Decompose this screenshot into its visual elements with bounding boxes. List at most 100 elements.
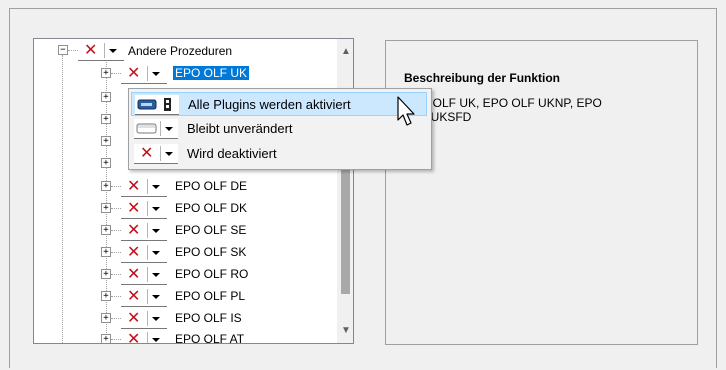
state-dropdown[interactable]: ✕ xyxy=(121,329,167,343)
red-x-icon: ✕ xyxy=(127,308,141,327)
red-x-icon: ✕ xyxy=(127,264,141,283)
tree-node-label[interactable]: EPO OLF IS xyxy=(175,311,242,325)
divider xyxy=(160,146,161,161)
expand-icon[interactable]: + xyxy=(101,313,111,323)
tree-content: − ✕ Andere Prozeduren + ✕ EPO OLF UK + +… xyxy=(34,39,337,343)
chevron-down-icon xyxy=(152,338,160,342)
divider xyxy=(104,43,105,58)
tree-line xyxy=(111,208,121,209)
description-line: OLF UKSFD xyxy=(404,110,472,124)
red-x-icon: ✕ xyxy=(127,176,141,195)
description-panel: Beschreibung der Funktion EPO OLF UK, EP… xyxy=(385,40,698,345)
divider xyxy=(147,267,148,282)
chevron-down-icon xyxy=(165,127,173,131)
divider xyxy=(147,311,148,326)
tree-row[interactable]: + ✕ EPO OLF PL xyxy=(34,285,334,308)
tree-node-label[interactable]: EPO OLF RO xyxy=(175,267,248,281)
divider xyxy=(147,289,148,304)
state-dropdown[interactable]: ✕ xyxy=(121,242,167,263)
red-x-icon: ✕ xyxy=(127,220,141,239)
tree-node-label-selected[interactable]: EPO OLF UK xyxy=(173,66,250,80)
collapse-icon[interactable]: − xyxy=(58,45,68,55)
chevron-down-icon xyxy=(152,229,160,233)
expand-icon[interactable]: + xyxy=(101,181,111,191)
tree-line xyxy=(111,252,121,253)
expand-icon[interactable]: + xyxy=(101,68,111,78)
expand-icon[interactable]: + xyxy=(101,334,111,343)
tree-row-selected[interactable]: + ✕ EPO OLF UK xyxy=(34,63,334,86)
description-line: EPO OLF UK, EPO OLF UKNP, EPO xyxy=(404,96,602,110)
expand-icon[interactable]: + xyxy=(101,247,111,257)
tree-row[interactable]: + ✕ EPO OLF RO xyxy=(34,263,334,286)
chevron-down-icon xyxy=(152,207,160,211)
vertical-scrollbar[interactable]: ▲ ▼ xyxy=(337,39,353,343)
chevron-down-icon xyxy=(152,251,160,255)
tree-row[interactable]: + ✕ EPO OLF AT xyxy=(34,328,334,343)
description-title: Beschreibung der Funktion xyxy=(404,71,561,85)
menu-item-label: Alle Plugins werden aktiviert xyxy=(188,97,351,112)
plugin-on-icon xyxy=(135,95,179,115)
state-dropdown[interactable]: ✕ xyxy=(121,286,167,307)
tree-row[interactable]: + ✕ EPO OLF DK xyxy=(34,197,334,220)
expand-icon[interactable]: + xyxy=(101,291,111,301)
chevron-down-icon xyxy=(152,273,160,277)
divider xyxy=(147,66,148,81)
tree-line xyxy=(111,274,121,275)
expand-icon[interactable]: + xyxy=(101,136,111,146)
tree-line xyxy=(68,50,78,51)
expand-icon[interactable]: + xyxy=(101,114,111,124)
divider xyxy=(160,121,161,136)
divider xyxy=(147,245,148,260)
state-dropdown[interactable]: ✕ xyxy=(121,264,167,285)
state-dropdown[interactable]: ✕ xyxy=(121,198,167,219)
red-x-icon: ✕ xyxy=(127,286,141,305)
tree-node-label[interactable]: EPO OLF DK xyxy=(175,201,247,215)
tree-row[interactable]: + ✕ EPO OLF SE xyxy=(34,219,334,242)
state-dropdown[interactable]: ✕ xyxy=(121,308,167,329)
red-x-icon: ✕ xyxy=(134,143,178,164)
tree-node-label[interactable]: EPO OLF AT xyxy=(175,332,244,343)
expand-icon[interactable]: + xyxy=(101,92,111,102)
tree-line xyxy=(111,296,121,297)
menu-item-activate-all[interactable]: Alle Plugins werden aktiviert xyxy=(131,92,427,116)
plugin-tree-view[interactable]: − ✕ Andere Prozeduren + ✕ EPO OLF UK + +… xyxy=(33,38,354,344)
plugin-unchanged-icon xyxy=(134,119,178,139)
state-dropdown[interactable]: ✕ xyxy=(121,176,167,197)
state-dropdown[interactable]: ✕ xyxy=(78,40,124,61)
tree-line xyxy=(111,339,121,340)
tree-node-label[interactable]: EPO OLF PL xyxy=(175,289,245,303)
tree-node-label[interactable]: EPO OLF SE xyxy=(175,223,246,237)
menu-item-unchanged[interactable]: Bleibt unverändert xyxy=(131,117,427,141)
tree-row[interactable]: + ✕ EPO OLF SK xyxy=(34,241,334,264)
divider xyxy=(147,223,148,238)
tree-line xyxy=(111,230,121,231)
red-x-icon: ✕ xyxy=(127,63,141,82)
tree-row-root[interactable]: − ✕ Andere Prozeduren xyxy=(34,40,334,64)
chevron-down-icon xyxy=(152,295,160,299)
divider xyxy=(147,201,148,216)
chevron-down-icon xyxy=(152,317,160,321)
tree-line xyxy=(111,318,121,319)
expand-icon[interactable]: + xyxy=(101,203,111,213)
tree-node-label[interactable]: EPO OLF SK xyxy=(175,245,246,259)
tree-line xyxy=(111,186,121,187)
chevron-down-icon xyxy=(152,185,160,189)
chevron-down-icon xyxy=(152,72,160,76)
tree-row[interactable]: + ✕ EPO OLF IS xyxy=(34,307,334,330)
tree-node-label[interactable]: Andere Prozeduren xyxy=(128,44,232,58)
expand-icon[interactable]: + xyxy=(101,225,111,235)
state-dropdown[interactable]: ✕ xyxy=(121,63,167,84)
expand-icon[interactable]: + xyxy=(101,269,111,279)
state-dropdown[interactable]: ✕ xyxy=(121,220,167,241)
divider xyxy=(147,332,148,343)
tree-row[interactable]: + ✕ EPO OLF DE xyxy=(34,175,334,198)
red-x-icon: ✕ xyxy=(140,143,154,162)
scroll-up-icon[interactable]: ▲ xyxy=(341,47,351,57)
menu-item-deactivate[interactable]: ✕ Wird deaktiviert xyxy=(131,142,427,166)
menu-item-label: Wird deaktiviert xyxy=(187,146,277,161)
red-x-icon: ✕ xyxy=(127,198,141,217)
expand-icon[interactable]: + xyxy=(101,158,111,168)
tree-node-label[interactable]: EPO OLF DE xyxy=(175,179,247,193)
tree-line xyxy=(111,73,121,74)
scroll-down-icon[interactable]: ▼ xyxy=(341,326,351,336)
